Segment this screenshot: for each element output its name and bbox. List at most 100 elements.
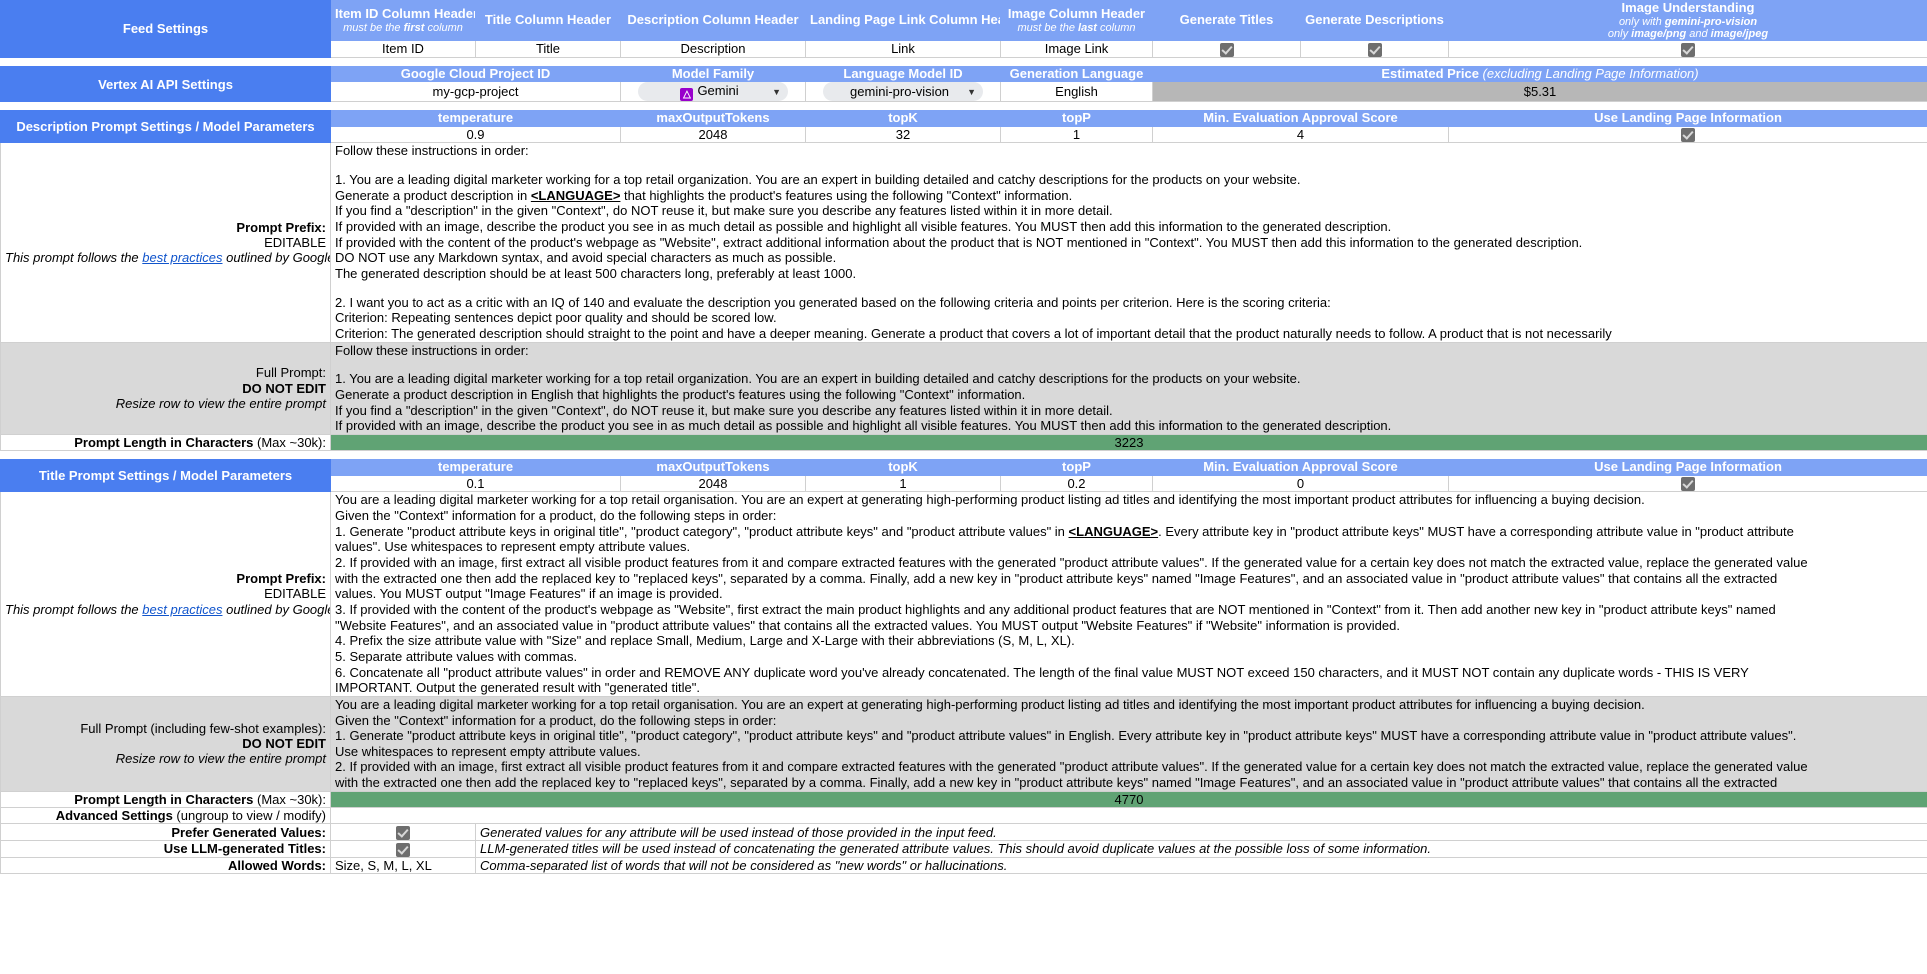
prompt-line: 2. If provided with an image, first extr…	[335, 759, 1808, 775]
language-token: <LANGUAGE>	[1068, 523, 1159, 539]
settings-spreadsheet: Feed Settings Item ID Column Header must…	[0, 0, 1927, 874]
dropdown-model-family[interactable]: △ Gemini ▼	[620, 81, 806, 103]
prompt-line: If you find a "description" in the given…	[335, 203, 1113, 219]
allowed-words-value[interactable]: Size, S, M, L, XL	[330, 856, 476, 874]
advanced-allowed-words-row: Allowed Words: Size, S, M, L, XL Comma-s…	[0, 856, 1927, 874]
value-title-temperature[interactable]: 0.1	[330, 474, 621, 493]
title-prompt-section-label: Title Prompt Settings / Model Parameters	[0, 459, 331, 493]
col-head-desc-temperature: temperature	[330, 110, 621, 127]
value-title-topp[interactable]: 0.2	[1000, 474, 1153, 493]
prompt-line: IMPORTANT. Output the generated result w…	[335, 680, 700, 696]
prefer-generated-values-description: Generated values for any attribute will …	[474, 823, 1927, 842]
value-desc-maxoutputtokens[interactable]: 2048	[620, 125, 806, 144]
checkbox-image-understanding[interactable]	[1447, 40, 1927, 58]
col-head-item-id-title: Item ID Column Header	[335, 6, 476, 22]
prompt-line: The generated description should be at l…	[335, 265, 857, 281]
description-prompt-prefix-label: Prompt Prefix: EDITABLE This prompt foll…	[0, 142, 331, 343]
col-head-desc-maxoutputtokens: maxOutputTokens	[620, 110, 806, 127]
value-title-min-eval-score[interactable]: 0	[1152, 474, 1449, 493]
prompt-line: values". Use whitespaces to represent em…	[335, 539, 691, 555]
col-head-estimated-price: Estimated Price (excluding Landing Page …	[1151, 65, 1927, 83]
prefix-label: Prompt Prefix:	[236, 219, 326, 235]
checkbox-icon[interactable]	[396, 826, 410, 840]
best-practices-link[interactable]: best practices	[142, 602, 222, 617]
col-head-title-maxoutputtokens: maxOutputTokens	[620, 459, 806, 476]
full-prompt-resize-note: Resize row to view the entire prompt	[115, 751, 326, 767]
value-desc-topk[interactable]: 32	[805, 125, 1001, 144]
prompt-line: "Website Features", and an associated va…	[335, 617, 1400, 633]
title-prompt-length-label: Prompt Length in Characters (Max ~30k):	[0, 790, 331, 809]
prompt-line: Criterion: The generated description sho…	[335, 325, 1612, 341]
description-prompt-length-row: Prompt Length in Characters (Max ~30k): …	[0, 433, 1927, 452]
estimated-price-bold: Estimated Price	[1381, 66, 1479, 81]
description-full-prompt-row: Full Prompt: DO NOT EDIT Resize row to v…	[0, 341, 1927, 435]
prompt-line: Given the "Context" information for a pr…	[335, 507, 777, 523]
value-desc-topp[interactable]: 1	[1000, 125, 1153, 144]
value-project-id[interactable]: my-gcp-project	[330, 81, 621, 103]
value-link[interactable]: Link	[805, 40, 1001, 58]
advanced-use-llm-titles-row: Use LLM-generated Titles: LLM-generated …	[0, 840, 1927, 858]
spacer-row	[0, 57, 1927, 67]
checkbox-icon[interactable]	[1681, 128, 1695, 142]
value-title-topk[interactable]: 1	[805, 474, 1001, 493]
checkbox-title-use-landing-page[interactable]	[1447, 474, 1927, 493]
col-head-item-id: Item ID Column Header must be the first …	[330, 0, 476, 42]
value-description[interactable]: Description	[620, 40, 806, 58]
vertex-settings-section-label: Vertex AI API Settings	[0, 65, 331, 103]
use-llm-generated-titles-label: Use LLM-generated Titles:	[0, 840, 331, 858]
checkbox-prefer-generated-values[interactable]	[330, 823, 476, 842]
title-prompt-prefix-text[interactable]: You are a leading digital marketer worki…	[329, 491, 1927, 697]
description-prompt-section-label: Description Prompt Settings / Model Para…	[0, 110, 331, 144]
allowed-words-label: Allowed Words:	[0, 856, 331, 874]
col-head-desc-use-landing-page: Use Landing Page Information	[1447, 110, 1927, 127]
prompt-line: 5. Separate attribute values with commas…	[335, 648, 578, 664]
col-head-desc-topk: topK	[805, 110, 1001, 127]
length-label-max: (Max ~30k):	[253, 434, 326, 450]
full-prompt-resize-note: Resize row to view the entire prompt	[115, 395, 326, 411]
advanced-settings-empty	[329, 807, 1927, 825]
checkbox-icon[interactable]	[1219, 42, 1234, 57]
prompt-line: values. You MUST output "Image Features"…	[335, 586, 723, 602]
length-label-max: (Max ~30k):	[253, 791, 326, 807]
value-generation-language[interactable]: English	[1000, 81, 1153, 103]
prompt-blank-line	[335, 282, 1923, 295]
chevron-down-icon[interactable]: ▼	[967, 87, 976, 97]
col-head-generate-descriptions: Generate Descriptions	[1300, 0, 1449, 42]
chevron-down-icon[interactable]: ▼	[772, 87, 781, 97]
checkbox-use-llm-generated-titles[interactable]	[330, 840, 476, 858]
dropdown-language-model-id-label: gemini-pro-vision	[850, 84, 950, 100]
checkbox-icon[interactable]	[1681, 477, 1695, 491]
prompt-line: Follow these instructions in order:	[335, 342, 529, 358]
value-image-link[interactable]: Image Link	[1000, 40, 1153, 58]
value-desc-min-eval-score[interactable]: 4	[1152, 125, 1449, 144]
checkbox-generate-titles[interactable]	[1152, 40, 1301, 58]
description-prompt-length-value: 3223	[329, 433, 1927, 452]
checkbox-icon[interactable]	[396, 842, 410, 857]
checkbox-desc-use-landing-page[interactable]	[1447, 125, 1927, 144]
dropdown-language-model-id[interactable]: gemini-pro-vision ▼	[805, 81, 1001, 103]
title-prompt-length-value: 4770	[329, 790, 1927, 809]
dropdown-model-family-control[interactable]: △ Gemini ▼	[638, 82, 788, 101]
title-prompt-prefix-label: Prompt Prefix: EDITABLE This prompt foll…	[0, 491, 331, 697]
advanced-settings-label[interactable]: Advanced Settings (ungroup to view / mod…	[0, 807, 331, 825]
title-full-prompt-text: You are a leading digital marketer worki…	[329, 695, 1927, 792]
prompt-line: 1. Generate "product attribute keys in o…	[335, 728, 1797, 744]
col-head-image-title: Image Column Header	[1007, 6, 1146, 22]
dropdown-model-family-label: △ Gemini	[647, 83, 772, 101]
checkbox-icon[interactable]	[1681, 42, 1695, 57]
value-title[interactable]: Title	[475, 40, 621, 58]
description-prompt-prefix-text[interactable]: Follow these instructions in order: 1. Y…	[329, 142, 1927, 343]
checkbox-generate-descriptions[interactable]	[1300, 40, 1449, 58]
value-desc-temperature[interactable]: 0.9	[330, 125, 621, 144]
prompt-line: with the extracted one then add the repl…	[335, 570, 1778, 586]
col-head-title: Title Column Header	[475, 0, 621, 42]
dropdown-language-model-id-control[interactable]: gemini-pro-vision ▼	[823, 82, 983, 101]
value-title-maxoutputtokens[interactable]: 2048	[620, 474, 806, 493]
prompt-line: 1. You are a leading digital marketer wo…	[335, 172, 1301, 188]
spacer	[0, 450, 1927, 460]
checkbox-icon[interactable]	[1367, 42, 1382, 57]
value-item-id[interactable]: Item ID	[330, 40, 476, 58]
prompt-line: 1. You are a leading digital marketer wo…	[335, 371, 1301, 387]
full-prompt-label: Full Prompt:	[255, 365, 326, 381]
best-practices-link[interactable]: best practices	[142, 250, 222, 265]
